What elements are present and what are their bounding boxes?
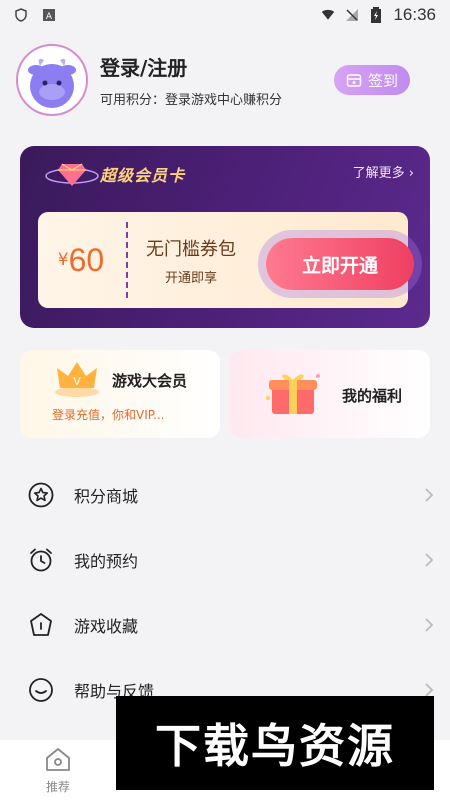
coupon-divider [126, 222, 128, 298]
game-vip-title: 游戏大会员 [112, 372, 188, 390]
cow-mascot-icon [28, 58, 76, 108]
a-box-icon: A [42, 8, 56, 22]
menu-label: 积分商城 [74, 486, 139, 506]
star-icon [28, 482, 54, 507]
game-vip-tile[interactable]: V 游戏大会员 登录充值，你和VIP... [20, 350, 220, 438]
clock-time: 16:36 [393, 5, 436, 24]
no-signal-icon [345, 8, 359, 22]
gift-box-icon [266, 374, 320, 414]
game-vip-subtitle: 登录充值，你和VIP... [52, 408, 165, 422]
menu-label: 游戏收藏 [74, 616, 139, 636]
points-info: 可用积分：登录游戏中心赚积分 [100, 93, 283, 108]
shield-icon [14, 8, 28, 22]
status-bar: A 16:36 [0, 0, 450, 30]
login-register-link[interactable]: 登录/注册 [100, 52, 282, 81]
wifi-icon [321, 8, 335, 22]
battery-icon [369, 7, 383, 23]
coupon-amount: 60 [68, 241, 105, 278]
calendar-icon [346, 74, 362, 87]
menu-label: 我的预约 [74, 551, 139, 571]
checkin-label: 签到 [367, 71, 398, 90]
nav-tab-label: 推荐 [45, 780, 70, 794]
vip-card-title: 超级会员卡 [100, 166, 186, 185]
home-icon [46, 748, 70, 771]
svg-text:A: A [46, 12, 53, 22]
coupon-sub: 开通即享 [164, 270, 217, 286]
coupon-name: 无门槛券包 [146, 238, 236, 260]
coupon-price: ¥60 [38, 242, 124, 279]
chevron-right-icon [425, 552, 434, 567]
menu-item-points-mall[interactable]: 积分商城 [0, 462, 450, 527]
learn-more-label: 了解更多 [352, 166, 405, 181]
menu-list: 积分商城 我的预约 游戏收藏 帮助与反馈 [0, 462, 450, 722]
menu-item-reservations[interactable]: 我的预约 [0, 527, 450, 592]
profile-header: 登录/注册 可用积分：登录游戏中心赚积分 签到 [16, 44, 436, 116]
chevron-right-icon [425, 617, 434, 632]
currency-symbol: ¥ [57, 249, 69, 270]
crown-icon: V [55, 362, 99, 397]
learn-more-link[interactable]: 了解更多 › [353, 162, 414, 181]
avatar[interactable] [16, 44, 88, 116]
my-welfare-title: 我的福利 [342, 387, 403, 405]
chevron-right-icon [425, 487, 434, 502]
alarm-clock-icon [30, 548, 52, 571]
watermark: 下载鸟资源 [116, 696, 434, 790]
open-vip-button[interactable]: 立即开通 [266, 238, 414, 290]
menu-item-game-favorites[interactable]: 游戏收藏 [0, 592, 450, 657]
vip-card[interactable]: 超级会员卡 了解更多 › ¥60 无门槛券包 开通即享 立即开通 [20, 146, 430, 328]
bookmark-star-icon [30, 612, 52, 636]
chevron-right-icon: › [408, 166, 414, 181]
checkin-button[interactable]: 签到 [334, 65, 410, 95]
smile-chat-icon [29, 677, 53, 702]
my-welfare-tile[interactable]: 我的福利 [230, 350, 430, 438]
nav-tab-recommend[interactable]: 推荐 [36, 740, 80, 795]
svg-text:V: V [73, 375, 81, 388]
vip-gem-icon [45, 163, 99, 186]
